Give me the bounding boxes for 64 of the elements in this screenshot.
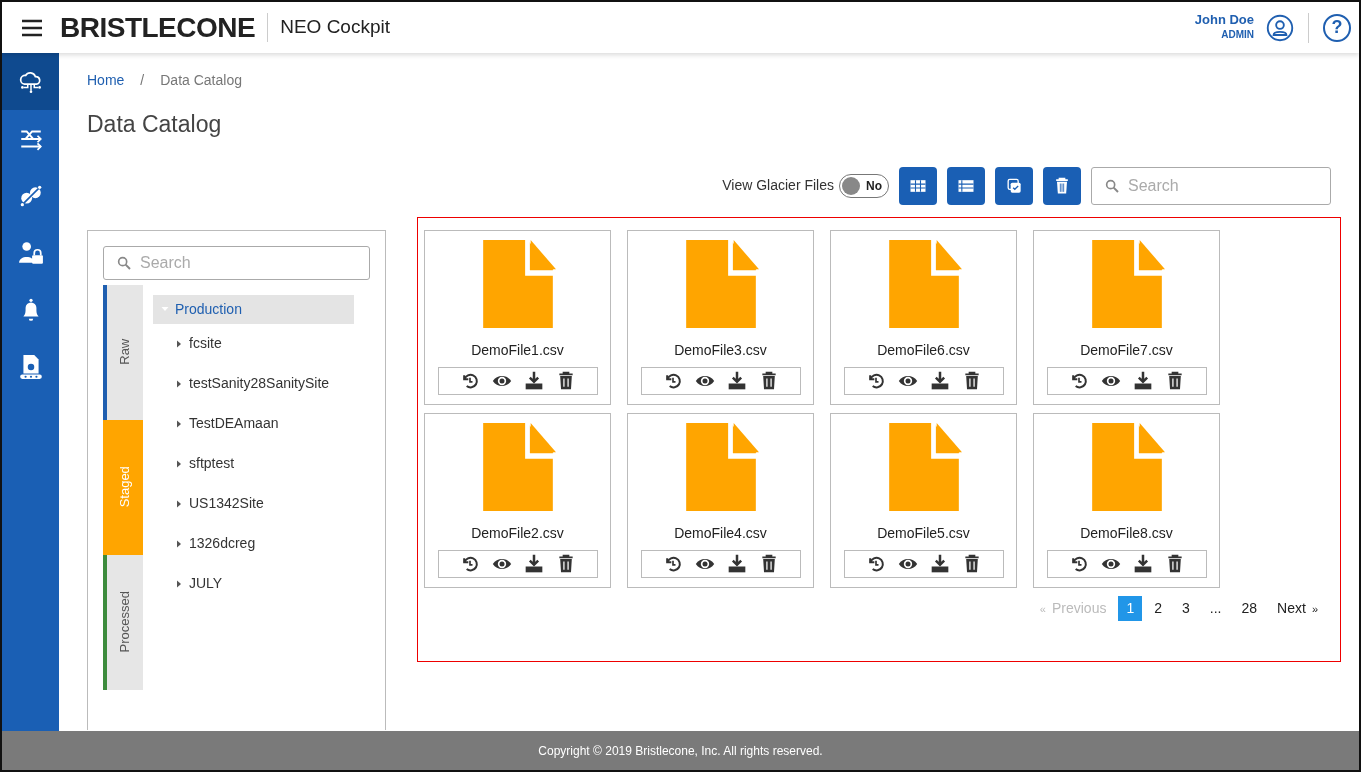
file-name: DemoFile7.csv — [1080, 340, 1173, 360]
download-icon — [929, 553, 950, 574]
search-field[interactable]: Search — [103, 245, 370, 280]
page-title: Data Catalog — [87, 111, 223, 139]
tree-node[interactable]: sftptest — [153, 443, 354, 484]
user-icon — [1266, 13, 1294, 42]
download-button[interactable] — [929, 553, 950, 574]
download-button[interactable] — [1132, 370, 1153, 391]
page-button[interactable]: 2 — [1146, 595, 1171, 621]
grid-view-button[interactable] — [899, 166, 937, 205]
file-name: DemoFile5.csv — [877, 523, 970, 543]
download-icon — [1132, 370, 1153, 391]
tree-node[interactable]: US1342Site — [153, 483, 354, 524]
delete-button[interactable] — [1043, 166, 1081, 205]
download-button[interactable] — [523, 553, 544, 574]
user-name[interactable]: John Doe — [1194, 12, 1254, 28]
file-name: DemoFile2.csv — [471, 523, 564, 543]
breadcrumb-link[interactable]: Home — [87, 70, 125, 91]
report-icon — [17, 353, 44, 380]
logo: BRISTLECONE — [60, 10, 256, 45]
select-button[interactable] — [995, 166, 1033, 205]
list-view-button[interactable] — [947, 166, 985, 205]
download-button[interactable] — [523, 370, 544, 391]
download-button[interactable] — [929, 370, 950, 391]
download-icon — [929, 370, 950, 391]
download-icon — [523, 553, 544, 574]
tree-node[interactable]: 1326dcreg — [153, 523, 354, 564]
breadcrumb-separator: / — [140, 71, 145, 90]
tree-node[interactable]: testSanity28SanitySite — [153, 363, 354, 404]
footer-text: Copyright © 2019 Bristlecone, Inc. All rights reserved. — [2, 731, 1359, 770]
tree-node[interactable]: fcsite — [153, 323, 354, 364]
glacier-toggle[interactable]: No — [839, 173, 889, 198]
file-name: DemoFile3.csv — [674, 340, 767, 360]
download-icon — [1132, 553, 1153, 574]
next-button[interactable]: Next » — [1269, 595, 1332, 621]
search-field[interactable]: Search — [1091, 166, 1331, 205]
download-button[interactable] — [726, 370, 747, 391]
search-icon — [1104, 177, 1120, 194]
file-name: DemoFile8.csv — [1080, 523, 1173, 543]
sidebar-item[interactable] — [2, 53, 59, 110]
download-icon — [523, 370, 544, 391]
user-role: ADMIN — [1220, 28, 1254, 43]
file-name: DemoFile6.csv — [877, 340, 970, 360]
download-button[interactable] — [726, 553, 747, 574]
stage-tab[interactable]: Raw — [103, 284, 143, 420]
download-button[interactable] — [1132, 553, 1153, 574]
breadcrumb-current: Data Catalog — [160, 71, 242, 90]
stage-tab[interactable]: Processed — [103, 554, 143, 690]
tree-node[interactable]: Production — [153, 294, 354, 324]
download-icon — [726, 370, 747, 391]
page-button[interactable]: 28 — [1233, 595, 1266, 621]
glacier-label: View Glacier Files — [722, 176, 834, 196]
search-icon — [116, 254, 132, 271]
file-name: DemoFile4.csv — [674, 523, 767, 543]
file-name: DemoFile1.csv — [471, 340, 564, 360]
tree-node[interactable]: JULY — [153, 563, 354, 604]
user-lock-icon — [17, 239, 44, 266]
help-button[interactable]: ? — [1323, 13, 1351, 42]
page-button[interactable]: 3 — [1174, 595, 1198, 621]
app-name: NEO Cockpit — [267, 13, 390, 42]
page-button[interactable]: ... — [1201, 595, 1230, 621]
tree-node[interactable]: TestDEAmaan — [153, 403, 354, 444]
user-button[interactable] — [1266, 13, 1294, 42]
download-icon — [726, 553, 747, 574]
